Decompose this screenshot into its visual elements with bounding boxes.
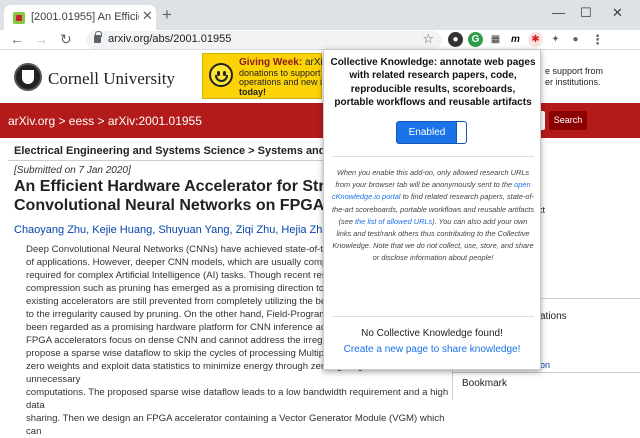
toggle-label: Enabled [408,127,446,138]
maximize-button[interactable]: ☐ [580,6,592,20]
browser-toolbar: ← → ↻ arxiv.org/abs/2001.01955 ☆ ● G ▦ m… [0,30,640,50]
ext-dark-circle-icon[interactable]: ● [448,32,463,47]
giving-line-2: operations and new i [239,77,323,87]
ext-ck-red-icon[interactable]: ✱ [528,32,543,47]
ext-ck-green-icon[interactable]: G [468,32,483,47]
tab-title: [2001.01955] An Efficient Hardwa [31,11,139,23]
toggle-knob [456,122,466,143]
sidebar-citations-label: ations [540,311,567,322]
giving-week-banner[interactable]: Giving Week: arXiv donations to support … [202,53,328,99]
forward-button[interactable]: → [34,31,48,47]
grants-acknowledgement: e support from er institutions. [545,66,604,87]
submitted-date: [Submitted on 7 Jan 2020] [14,165,131,176]
popup-divider-1 [332,156,534,157]
arxiv-nav-bar: arXiv.org > eess > arXiv:2001.01955 Sear… [0,103,640,138]
create-page-link[interactable]: Create a new page to share knowledge! [324,344,540,355]
privacy-note: When you enable this add-on, only allowe… [331,168,535,263]
chrome-menu-icon[interactable]: ⋮ [590,32,605,47]
url-text: arxiv.org/abs/2001.01955 [108,33,232,45]
cornell-university-logo[interactable]: Cornell University [48,69,175,89]
search-button[interactable]: Search [549,111,587,130]
author-list[interactable]: Chaoyang Zhu, Kejie Huang, Shuyuan Yang,… [14,224,355,236]
profile-avatar-icon[interactable]: ● [568,32,583,47]
allowed-urls-link[interactable]: the list of allowed URLs [355,217,432,226]
enabled-toggle[interactable]: Enabled [396,121,467,144]
collective-knowledge-popup: Collective Knowledge: annotate web pages… [323,49,541,370]
bookmark-star-icon[interactable]: ☆ [422,31,434,47]
breadcrumb[interactable]: arXiv.org > eess > arXiv:2001.01955 [8,114,202,128]
subject-header: Electrical Engineering and Systems Scien… [0,142,640,160]
not-found-message: No Collective Knowledge found! [361,328,503,339]
address-bar[interactable]: arxiv.org/abs/2001.01955 ☆ [86,31,442,49]
extensions-puzzle-icon[interactable]: ✦ [548,32,563,47]
smiley-icon [209,63,233,87]
browser-tab[interactable]: [2001.01955] An Efficient Hardwa ✕ [4,5,156,30]
cornell-seal-icon[interactable] [14,63,42,91]
tab-close-icon[interactable]: ✕ [142,9,153,23]
arxiv-favicon-icon [13,12,25,24]
subject-breadcrumb: Electrical Engineering and Systems Scien… [14,145,358,157]
tab-strip: [2001.01955] An Efficient Hardwa ✕ + — ☐… [0,0,640,30]
minimize-button[interactable]: — [552,6,565,20]
ext-grid-icon[interactable]: ▦ [488,32,503,47]
reload-button[interactable]: ↻ [60,31,72,47]
ext-m-icon[interactable]: m [508,32,523,47]
new-tab-button[interactable]: + [162,6,172,23]
bookmark-heading: Bookmark [462,378,508,389]
lock-icon [94,31,102,43]
sidebar-divider-2 [453,372,640,373]
giving-week-title: Giving Week: arXiv [239,57,328,68]
popup-divider-2 [332,316,534,317]
close-window-button[interactable]: ✕ [612,6,623,20]
back-button[interactable]: ← [10,31,24,47]
sidebar-link[interactable]: on [540,360,550,370]
popup-heading: Collective Knowledge: annotate web pages… [330,57,536,109]
giving-today: today! [239,87,266,97]
